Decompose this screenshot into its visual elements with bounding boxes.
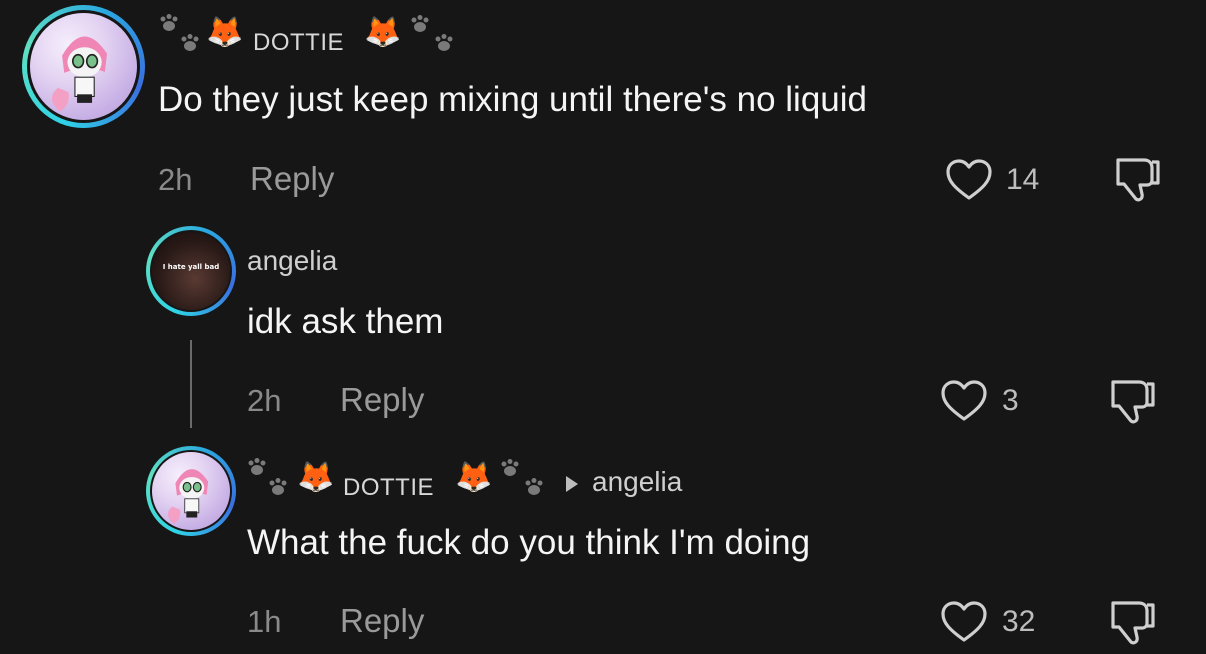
paw-prints-icon	[248, 458, 287, 495]
anime-character-image	[167, 469, 209, 524]
comment-text: idk ask them	[247, 302, 444, 341]
dislike-icon[interactable]	[1107, 376, 1159, 426]
thread-line	[190, 340, 192, 428]
fox-emoji: 🦊	[206, 16, 244, 49]
paw-prints-icon	[160, 14, 199, 51]
like-count: 14	[1006, 163, 1040, 196]
fox-emoji: 🦊	[455, 461, 493, 494]
paw-prints-icon	[411, 15, 453, 51]
anime-character-image	[51, 36, 108, 112]
paw-prints-icon	[501, 459, 543, 495]
username-angelia[interactable]: angelia	[247, 245, 337, 277]
avatar-dottie[interactable]	[22, 5, 145, 128]
comment-time: 1h	[247, 604, 282, 639]
fox-emoji: 🦊	[297, 461, 335, 494]
dislike-icon[interactable]	[1107, 597, 1159, 647]
avatar-dottie[interactable]	[146, 446, 236, 536]
dislike-icon[interactable]	[1112, 154, 1164, 204]
comment-time: 2h	[247, 383, 282, 418]
reply-button[interactable]: Reply	[340, 381, 424, 419]
comment-time: 2h	[158, 162, 193, 197]
comment-text: Do they just keep mixing until there's n…	[158, 80, 868, 119]
heart-icon[interactable]	[945, 158, 993, 202]
avatar-caption: I hate yall bad	[162, 263, 220, 272]
username-dottie[interactable]: DOTTIE	[343, 474, 434, 502]
like-count: 3	[1002, 384, 1019, 417]
heart-icon[interactable]	[940, 600, 988, 644]
reply-button[interactable]: Reply	[340, 602, 424, 640]
reply-to-username[interactable]: angelia	[592, 466, 682, 498]
heart-icon[interactable]	[940, 379, 988, 423]
like-count: 32	[1002, 605, 1036, 638]
profile-photo: I hate yall bad	[152, 232, 230, 310]
reply-to-arrow-icon	[566, 476, 578, 492]
comment-text: What the fuck do you think I'm doing	[247, 523, 811, 562]
fox-emoji: 🦊	[364, 16, 402, 49]
avatar-angelia[interactable]: I hate yall bad	[146, 226, 236, 316]
username-dottie[interactable]: DOTTIE	[253, 29, 344, 57]
reply-button[interactable]: Reply	[250, 160, 334, 198]
